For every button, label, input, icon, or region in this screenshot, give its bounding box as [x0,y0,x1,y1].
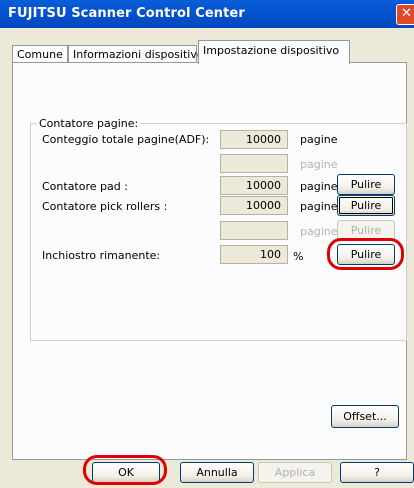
pad-counter-unit: pagine [300,180,338,193]
ink-remaining-label: Inchiostro rimanente: [42,249,161,262]
title-bar[interactable]: FUJITSU Scanner Control Center ✕ [0,0,414,28]
offset-button[interactable]: Offset... [331,405,399,428]
cancel-button[interactable]: Annulla [180,462,254,483]
pick-rollers-label: Contatore pick rollers : [42,200,168,213]
unused-counter-unit-1: pagine [300,158,338,171]
window-title: FUJITSU Scanner Control Center [8,6,245,21]
ink-remaining-unit: % [293,250,304,263]
group-title: Contatore pagine: [37,117,141,130]
unused-counter-field-1 [220,154,288,173]
ok-button[interactable]: OK [92,462,160,483]
tab-panel: Contatore pagine: Conteggio totale pagin… [12,62,407,460]
unused-counter-unit-2: pagine [300,225,338,238]
ink-remaining-field: 100 [220,245,288,264]
apply-button: Applica [258,462,332,483]
close-icon[interactable]: ✕ [396,4,414,25]
ink-clear-button[interactable]: Pulire [337,244,395,265]
total-pages-label: Conteggio totale pagine(ADF): [42,133,210,146]
page-counter-group: Contatore pagine: Conteggio totale pagin… [30,117,407,341]
pad-counter-label: Contatore pad : [42,180,128,193]
dialog-window: FUJITSU Scanner Control Center ✕ Comune … [0,0,414,488]
total-pages-unit: pagine [300,133,338,146]
pad-counter-field: 10000 [220,176,288,195]
pick-rollers-unit: pagine [300,200,338,213]
unused-clear-button: Pulire [337,220,395,241]
tab-impostazione-dispositivo[interactable]: Impostazione dispositivo [198,40,350,64]
tab-comune[interactable]: Comune [12,45,68,63]
unused-counter-field-2 [220,221,288,240]
pad-clear-button[interactable]: Pulire [337,174,395,195]
pick-rollers-field: 10000 [220,196,288,215]
pick-rollers-clear-button[interactable]: Pulire [337,195,395,216]
total-pages-field: 10000 [220,130,288,149]
help-button[interactable]: ? [340,462,414,483]
tab-informazioni-dispositivo[interactable]: Informazioni dispositivo [68,45,204,63]
